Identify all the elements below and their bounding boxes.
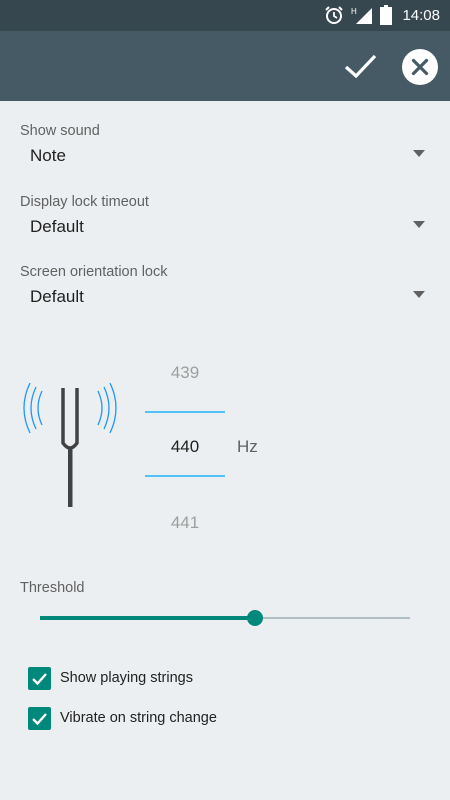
battery-icon bbox=[380, 5, 392, 25]
frequency-current[interactable]: 440 bbox=[145, 437, 225, 457]
setting-label: Show sound bbox=[20, 123, 100, 139]
threshold-slider[interactable] bbox=[40, 606, 410, 630]
settings-content: Show sound Note Display lock timeout Def… bbox=[0, 101, 450, 800]
action-bar bbox=[0, 31, 450, 101]
frequency-previous[interactable]: 439 bbox=[145, 363, 225, 383]
picker-divider bbox=[145, 475, 225, 477]
threshold-label: Threshold bbox=[20, 580, 85, 596]
svg-text:H: H bbox=[351, 7, 357, 16]
status-bar: H 14:08 bbox=[0, 0, 450, 31]
display-lock-timeout-dropdown[interactable]: Display lock timeout Default bbox=[20, 194, 430, 236]
status-time: 14:08 bbox=[402, 7, 440, 24]
signal-icon: H bbox=[351, 7, 372, 24]
checkbox-checked[interactable] bbox=[28, 667, 51, 690]
check-icon bbox=[32, 713, 47, 726]
dropdown-arrow-icon bbox=[413, 150, 425, 157]
picker-divider bbox=[145, 411, 225, 413]
checkbox-label: Show playing strings bbox=[60, 670, 193, 686]
alarm-icon bbox=[325, 6, 343, 24]
show-sound-dropdown[interactable]: Show sound Note bbox=[20, 123, 430, 165]
frequency-unit: Hz bbox=[237, 437, 258, 456]
slider-fill bbox=[40, 616, 255, 620]
close-button[interactable] bbox=[402, 49, 438, 85]
setting-value: Note bbox=[30, 146, 66, 165]
setting-label: Display lock timeout bbox=[20, 194, 149, 210]
setting-label: Screen orientation lock bbox=[20, 264, 168, 280]
setting-value: Default bbox=[30, 217, 84, 236]
screen-orientation-lock-dropdown[interactable]: Screen orientation lock Default bbox=[20, 264, 430, 306]
dropdown-arrow-icon bbox=[413, 291, 425, 298]
close-icon bbox=[411, 58, 429, 76]
checkbox-checked[interactable] bbox=[28, 707, 51, 730]
tuning-fork-icon bbox=[23, 383, 117, 507]
check-icon bbox=[32, 673, 47, 686]
check-icon[interactable] bbox=[340, 48, 380, 84]
dropdown-arrow-icon bbox=[413, 221, 425, 228]
slider-thumb[interactable] bbox=[246, 610, 263, 626]
checkbox-label: Vibrate on string change bbox=[60, 710, 217, 726]
frequency-next[interactable]: 441 bbox=[145, 513, 225, 533]
setting-value: Default bbox=[30, 287, 84, 306]
